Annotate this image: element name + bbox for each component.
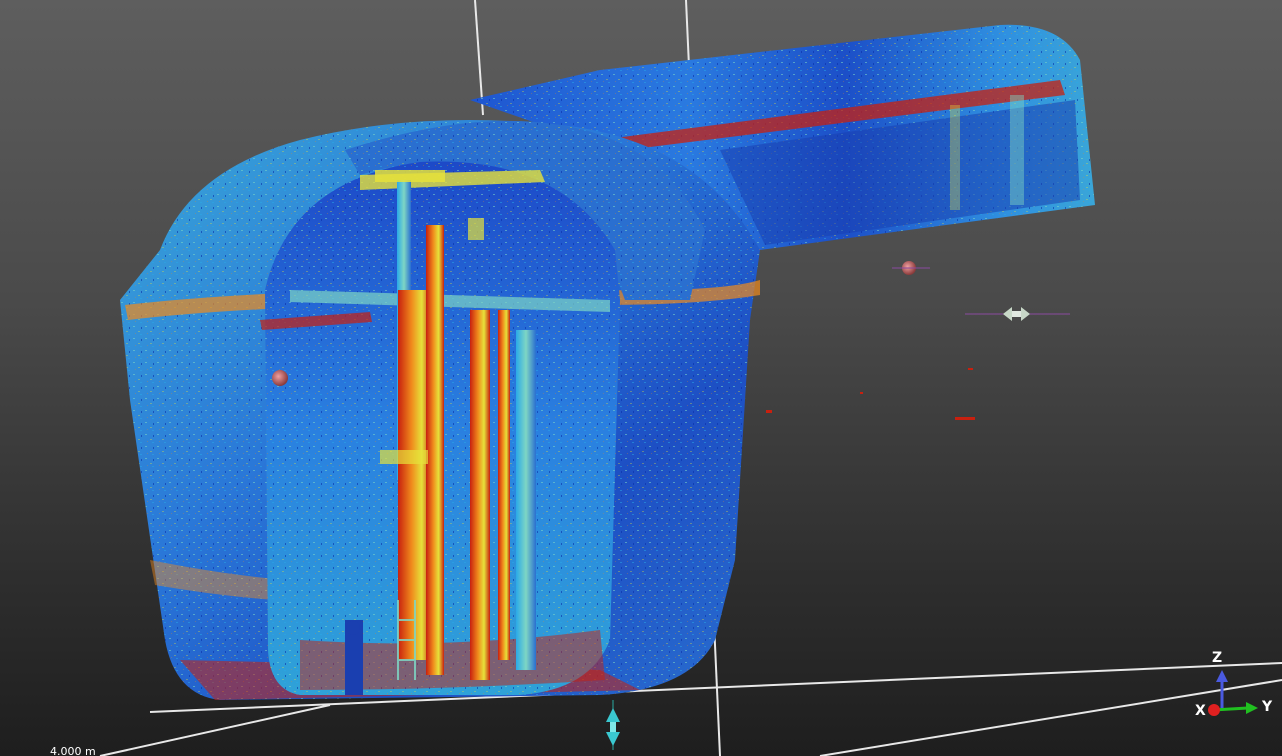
scale-bar-label: 4.000 m bbox=[50, 745, 96, 756]
z-axis-label: Z bbox=[1212, 650, 1223, 666]
3d-viewport[interactable]: Z X Y 4.000 m bbox=[0, 0, 1282, 756]
grid-line bbox=[99, 704, 331, 756]
stray-points bbox=[766, 368, 975, 420]
grid-line bbox=[819, 679, 1282, 756]
axes-gizmo bbox=[1208, 670, 1258, 716]
move-arrows-icon[interactable] bbox=[965, 307, 1070, 321]
picked-point-marker[interactable] bbox=[272, 370, 288, 386]
y-axis-label: Y bbox=[1262, 699, 1273, 715]
x-axis-label: X bbox=[1195, 703, 1206, 719]
vertical-manipulator-icon[interactable] bbox=[606, 700, 620, 750]
point-cloud-scene[interactable] bbox=[0, 0, 1282, 756]
